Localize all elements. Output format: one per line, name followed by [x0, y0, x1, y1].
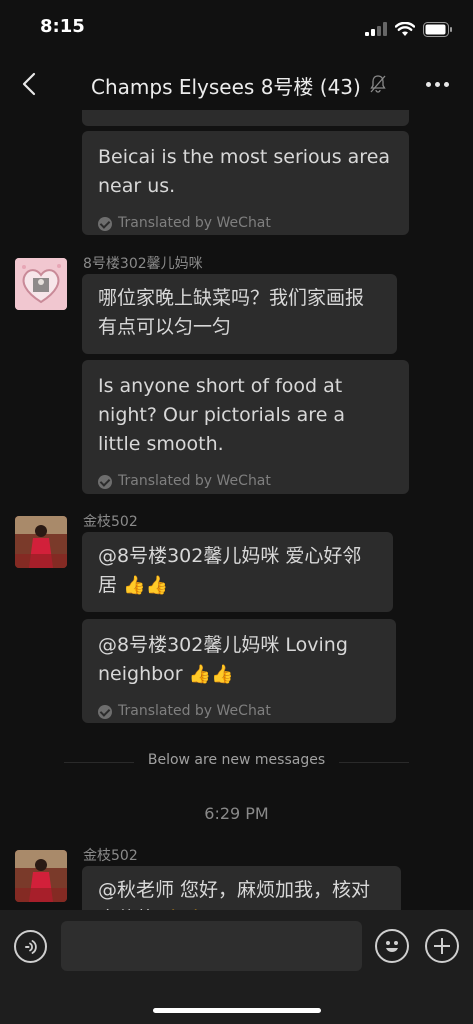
translation-bubble[interactable]: Beicai is the most serious area near us.…: [82, 131, 409, 235]
sender-name: 金枝502: [83, 848, 138, 864]
wifi-icon: [395, 21, 415, 36]
time-separator: 6:29 PM: [204, 804, 269, 823]
avatar[interactable]: [15, 516, 67, 568]
chat-messages[interactable]: Beicai is the most serious area near us.…: [0, 110, 473, 910]
check-circle-icon: [98, 216, 112, 231]
avatar-person-picture: [15, 516, 67, 568]
sender-name: 金枝502: [83, 514, 138, 530]
smiley-icon: [386, 941, 398, 952]
message-bubble[interactable]: 哪位家晚上缺菜吗？我们家画报有点可以匀一匀: [82, 274, 397, 354]
sender-name: 8号楼302馨儿妈咪: [83, 256, 203, 272]
more-dot-icon: [443, 81, 449, 87]
battery-icon: [423, 21, 452, 37]
translated-by-text: Translated by WeChat: [118, 215, 271, 231]
status-time: 8:15: [40, 16, 85, 37]
translated-by-label: Translated by WeChat: [82, 697, 396, 738]
home-indicator[interactable]: [153, 1008, 321, 1013]
back-button[interactable]: [14, 68, 44, 100]
new-messages-divider: Below are new messages: [64, 752, 409, 772]
muted-bell-icon: [370, 75, 386, 93]
translated-by-label: Translated by WeChat: [82, 467, 409, 508]
translated-by-text: Translated by WeChat: [118, 703, 271, 719]
message-bubble-partial[interactable]: [82, 110, 409, 126]
new-messages-label: Below are new messages: [147, 752, 326, 768]
more-dot-icon: [425, 81, 431, 87]
translation-text: Beicai is the most serious area near us.: [98, 146, 391, 197]
message-input[interactable]: [61, 921, 362, 971]
divider-line: [339, 762, 409, 763]
chat-title: Champs Elysees 8号楼 (43): [91, 75, 361, 99]
cellular-signal-icon: [365, 22, 387, 36]
emoji-button[interactable]: [375, 929, 409, 963]
message-text: 哪位家晚上缺菜吗？我们家画报有点可以匀一匀: [98, 287, 365, 338]
thumbs-up-emoji: 👍👍: [123, 575, 168, 596]
translation-bubble[interactable]: @8号楼302馨儿妈咪 Loving neighbor 👍👍 Translate…: [82, 619, 396, 723]
message-bubble[interactable]: @8号楼302馨儿妈咪 爱心好邻居 👍👍: [82, 532, 393, 612]
translation-bubble[interactable]: Is anyone short of food at night? Our pi…: [82, 360, 409, 494]
chat-header: Champs Elysees 8号楼 (43): [0, 58, 473, 110]
thumbs-up-emoji: 👍👍: [188, 664, 234, 685]
avatar[interactable]: [15, 258, 67, 310]
check-circle-icon: [98, 704, 112, 719]
translated-by-text: Translated by WeChat: [118, 473, 271, 489]
message-text: @秋老师 您好，麻烦加我，核对余什款: [98, 879, 371, 910]
voice-icon: [24, 939, 37, 954]
check-circle-icon: [98, 474, 112, 489]
more-options-button[interactable]: [423, 70, 451, 98]
more-features-button[interactable]: [425, 929, 459, 963]
voice-input-button[interactable]: [14, 930, 47, 963]
avatar[interactable]: [15, 850, 67, 902]
status-bar: 8:15: [0, 0, 473, 58]
more-dot-icon: [434, 81, 440, 87]
plus-icon: [434, 938, 450, 954]
avatar-person-picture: [15, 850, 67, 902]
translated-by-label: Translated by WeChat: [82, 209, 409, 250]
input-bar: [0, 910, 473, 1024]
avatar-heart-picture: [15, 258, 67, 310]
chevron-left-icon: [22, 72, 36, 96]
message-bubble[interactable]: @秋老师 您好，麻烦加我，核对余什款 👍👍: [82, 866, 401, 910]
translation-text: Is anyone short of food at night? Our pi…: [98, 375, 346, 455]
translation-text-wrap: @8号楼302馨儿妈咪 Loving neighbor 👍👍: [82, 619, 396, 701]
status-icons: [365, 20, 453, 38]
